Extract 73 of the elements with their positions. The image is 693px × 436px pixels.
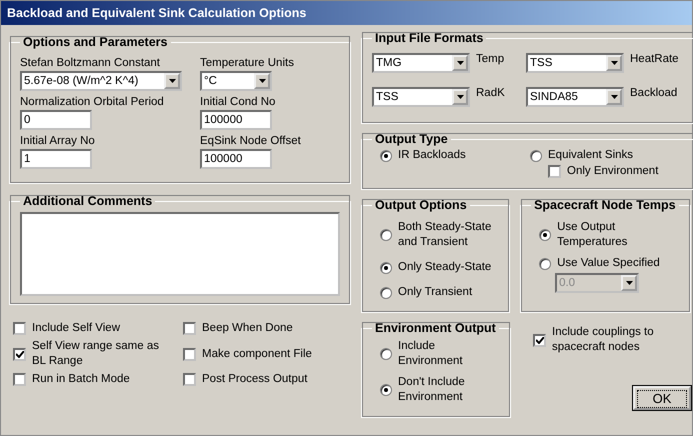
field-label: Initial Array No [20, 135, 96, 147]
group-title: Additional Comments [22, 194, 154, 208]
caret-icon [610, 61, 618, 65]
radio-button[interactable] [380, 262, 392, 274]
group-title: Environment Output [374, 321, 497, 335]
caret-icon [168, 79, 176, 83]
window-title: Backload and Equivalent Sink Calculation Options [7, 6, 306, 20]
checkbox-label[interactable]: Post Process Output [202, 372, 308, 387]
radio-label[interactable]: Only Transient [398, 285, 472, 300]
radio-label[interactable]: Include Environment [398, 339, 500, 369]
caret-icon [610, 95, 618, 99]
radio-button[interactable] [380, 286, 392, 298]
checkbox[interactable] [13, 373, 26, 386]
checkbox[interactable] [13, 322, 26, 335]
radio-button[interactable] [380, 229, 392, 241]
radio-label[interactable]: Don't Include Environment [398, 375, 500, 405]
field-label: HeatRate [630, 53, 679, 65]
radio-button[interactable] [530, 150, 542, 162]
field-label: RadK [476, 87, 505, 99]
checkbox[interactable] [183, 373, 196, 386]
radio-button[interactable] [539, 258, 552, 270]
group-title: Output Type [374, 132, 449, 146]
checkbox-label[interactable]: Run in Batch Mode [32, 372, 130, 387]
radio-button[interactable] [380, 150, 392, 162]
group-title: Input File Formats [374, 31, 484, 45]
radio-label[interactable]: Use Value Specified [557, 256, 660, 271]
caret-icon [258, 79, 266, 83]
checkbox-label[interactable]: Only Environment [567, 164, 658, 179]
field-label: Initial Cond No [200, 96, 276, 108]
checkbox[interactable] [533, 334, 546, 346]
checkbox-label[interactable]: Include Self View [32, 321, 120, 336]
radio-label[interactable]: IR Backloads [398, 148, 466, 163]
checkbox[interactable] [548, 165, 561, 178]
field-label: Stefan Boltzmann Constant [20, 57, 161, 69]
checkbox-label[interactable]: Self View range same as BL Range [32, 339, 172, 369]
comments-field[interactable] [20, 212, 340, 296]
dropdown[interactable]: TMG [372, 53, 470, 73]
radio-label[interactable]: Use Output Temperatures [557, 220, 668, 250]
checkbox-label[interactable]: Beep When Done [202, 321, 293, 336]
dropdown[interactable]: TSS [526, 53, 624, 73]
field-label: Backload [630, 87, 678, 99]
check-icon [16, 350, 24, 358]
group-title: Spacecraft Node Temps [533, 198, 677, 212]
field-label: Temp [476, 53, 504, 65]
field-label: Temperature Units [200, 57, 295, 69]
checkbox[interactable] [183, 322, 196, 335]
caret-icon [626, 281, 633, 285]
dropdown[interactable]: SINDA85 [526, 87, 624, 107]
checkbox[interactable] [183, 348, 196, 360]
field-label: EqSink Node Offset [200, 135, 302, 147]
caret-icon [456, 95, 464, 99]
dropdown[interactable]: 5.67e-08 (W/m^2 K^4) [20, 71, 182, 91]
radio-button[interactable] [380, 384, 392, 396]
dropdown[interactable]: °C [200, 71, 272, 91]
group-title: Options and Parameters [22, 35, 168, 49]
dropdown[interactable]: TSS [372, 87, 470, 107]
checkbox-label[interactable]: Make component File [202, 346, 312, 362]
input-field[interactable]: 100000 [200, 110, 272, 130]
ok-button[interactable]: OK [633, 386, 691, 410]
radio-label[interactable]: Equivalent Sinks [548, 148, 634, 163]
radio-label[interactable]: Both Steady-State and Transient [398, 220, 500, 250]
input-field[interactable]: 1 [20, 149, 92, 169]
radio-button[interactable] [539, 229, 552, 241]
radio-button[interactable] [380, 348, 392, 360]
field-label: Normalization Orbital Period [20, 96, 165, 108]
input-field[interactable]: 100000 [200, 149, 272, 169]
group-title: Output Options [374, 198, 468, 212]
radio-label[interactable]: Only Steady-State [398, 260, 492, 275]
check-icon [536, 336, 544, 344]
caret-icon [456, 61, 464, 65]
checkbox[interactable] [13, 348, 26, 360]
checkbox-label[interactable]: Include couplings to spacecraft nodes [552, 325, 673, 355]
input-field[interactable]: 0 [20, 110, 92, 130]
